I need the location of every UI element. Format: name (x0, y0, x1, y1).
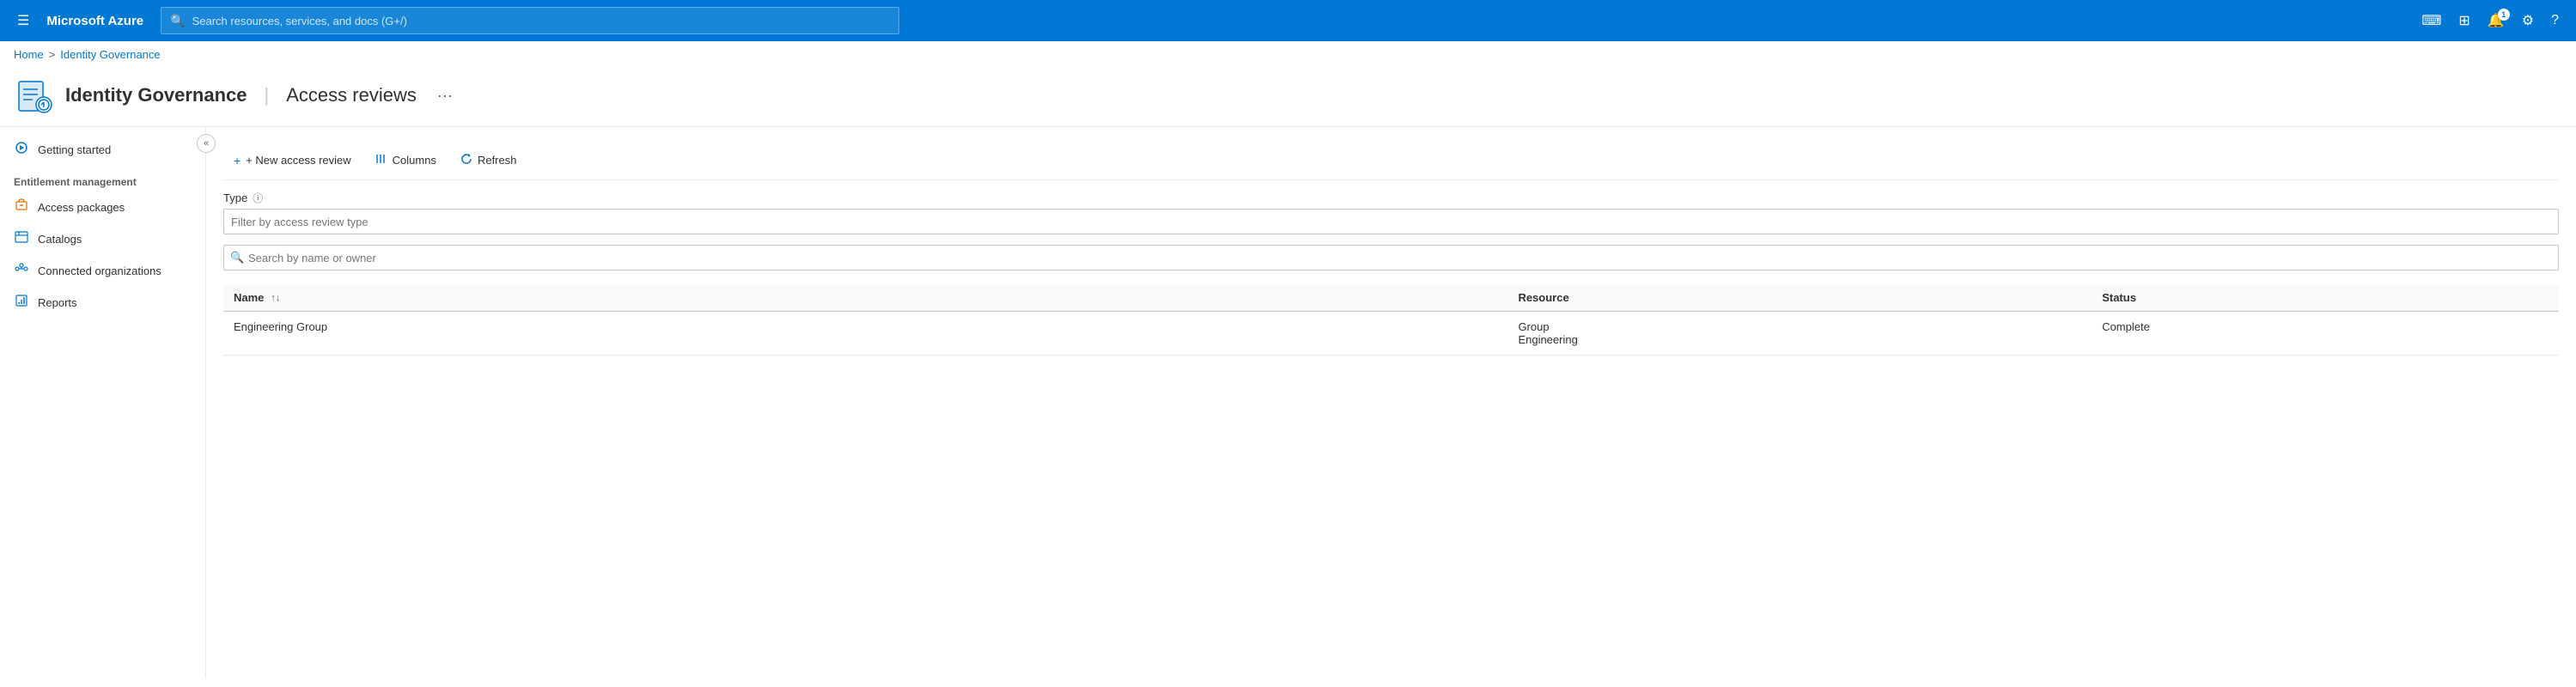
search-input[interactable] (223, 245, 2559, 271)
column-header-resource: Resource (1507, 284, 2092, 312)
sidebar-item-label: Access packages (38, 201, 125, 214)
terminal-button[interactable]: ⌨ (2415, 7, 2448, 34)
new-access-review-button[interactable]: + + New access review (223, 149, 362, 173)
toolbar: + + New access review Columns Refresh (223, 141, 2559, 180)
new-access-review-label: + New access review (246, 154, 350, 167)
search-icon: 🔍 (230, 251, 244, 264)
page-icon (14, 75, 55, 116)
reports-icon (14, 294, 29, 312)
refresh-label: Refresh (478, 154, 517, 167)
help-icon: ? (2551, 13, 2559, 27)
notification-badge: 1 (2498, 9, 2510, 21)
page-header: Identity Governance | Access reviews ··· (0, 68, 2576, 127)
breadcrumb: Home > Identity Governance (0, 41, 2576, 68)
breadcrumb-home[interactable]: Home (14, 48, 44, 61)
hamburger-menu-button[interactable]: ☰ (10, 7, 36, 34)
collapse-icon: « (204, 138, 209, 149)
access-packages-icon (14, 198, 29, 216)
columns-icon (375, 153, 387, 167)
settings-button[interactable]: ⚙ (2515, 7, 2541, 34)
page-title-divider: | (265, 84, 270, 106)
breadcrumb-separator: > (49, 48, 56, 61)
global-search-bar[interactable]: 🔍 (161, 7, 899, 34)
catalogs-icon (14, 230, 29, 248)
search-icon: 🔍 (170, 14, 185, 28)
refresh-icon (460, 153, 472, 167)
entitlement-management-label: Entitlement management (0, 166, 205, 192)
type-filter-input[interactable] (223, 209, 2559, 234)
search-wrapper: 🔍 (223, 245, 2559, 271)
breadcrumb-identity-governance[interactable]: Identity Governance (60, 48, 160, 61)
sidebar-item-label: Getting started (38, 143, 111, 156)
cell-resource: Group Engineering (1507, 312, 2092, 356)
columns-label: Columns (393, 154, 436, 167)
main-content: + + New access review Columns Refresh Ty… (206, 127, 2576, 678)
type-info-icon: ⓘ (253, 191, 263, 205)
azure-logo: Microsoft Azure (46, 14, 143, 28)
sidebar-item-getting-started[interactable]: Getting started (0, 134, 205, 166)
column-header-name: Name ↑↓ (223, 284, 1507, 312)
sidebar-collapse-button[interactable]: « (197, 134, 216, 153)
settings-icon: ⚙ (2522, 14, 2534, 28)
table-header-row: Name ↑↓ Resource Status (223, 284, 2559, 312)
sidebar-item-catalogs[interactable]: Catalogs (0, 223, 205, 255)
sidebar-item-access-packages[interactable]: Access packages (0, 192, 205, 223)
cell-name: Engineering Group (223, 312, 1507, 356)
sidebar-item-label: Catalogs (38, 233, 82, 246)
getting-started-icon (14, 141, 29, 159)
type-filter-label: Type ⓘ (223, 191, 2559, 205)
columns-button[interactable]: Columns (365, 148, 447, 173)
filter-area: Type ⓘ (223, 191, 2559, 234)
page-title: Identity Governance (65, 84, 247, 106)
sidebar-item-reports[interactable]: Reports (0, 287, 205, 319)
global-search-input[interactable] (192, 15, 891, 27)
sidebar-item-label: Connected organizations (38, 264, 161, 277)
table-row[interactable]: Engineering Group Group Engineering Comp… (223, 312, 2559, 356)
portal-button[interactable]: ⊞ (2451, 7, 2476, 34)
plus-icon: + (234, 154, 241, 167)
hamburger-icon: ☰ (17, 14, 29, 28)
column-header-status: Status (2092, 284, 2559, 312)
help-button[interactable]: ? (2544, 8, 2566, 33)
page-subtitle: Access reviews (286, 84, 417, 106)
sidebar-item-label: Reports (38, 296, 77, 309)
nav-action-icons: ⌨ ⊞ 🔔 1 ⚙ ? (2415, 7, 2566, 34)
cell-status: Complete (2092, 312, 2559, 356)
more-options-button[interactable]: ··· (430, 83, 460, 108)
top-navigation: ☰ Microsoft Azure 🔍 ⌨ ⊞ 🔔 1 ⚙ ? (0, 0, 2576, 41)
notifications-button[interactable]: 🔔 1 (2481, 7, 2512, 34)
refresh-button[interactable]: Refresh (450, 148, 527, 173)
governance-icon (15, 76, 53, 114)
sidebar: « Getting started Entitlement management… (0, 127, 206, 678)
access-reviews-table: Name ↑↓ Resource Status Engineering Grou… (223, 284, 2559, 356)
sort-icon[interactable]: ↑↓ (271, 293, 280, 303)
resource-line2: Engineering (1518, 333, 2081, 346)
terminal-icon: ⌨ (2421, 14, 2441, 28)
resource-line1: Group (1518, 320, 2081, 333)
main-layout: « Getting started Entitlement management… (0, 127, 2576, 678)
sidebar-item-connected-organizations[interactable]: Connected organizations (0, 255, 205, 287)
portal-icon: ⊞ (2458, 14, 2469, 28)
connected-organizations-icon (14, 262, 29, 280)
